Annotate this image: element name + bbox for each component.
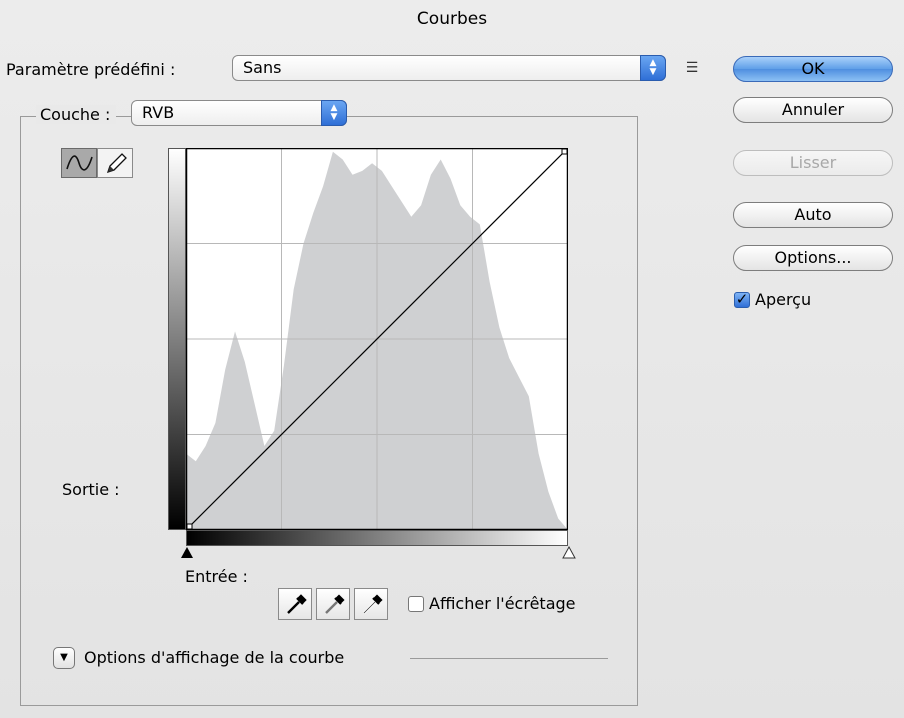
preview-label: Aperçu: [755, 290, 812, 309]
input-gradient: [186, 530, 568, 546]
window-title: Courbes: [416, 9, 488, 29]
white-eyedropper-icon: [363, 594, 383, 614]
cancel-button[interactable]: Annuler: [733, 97, 893, 123]
curve-options-label: Options d'affichage de la courbe: [84, 648, 345, 667]
preview-checkbox[interactable]: ✓: [734, 292, 750, 308]
pencil-tool-icon: [106, 153, 127, 174]
gray-eyedropper-icon: [325, 594, 345, 614]
curve-options-divider: [410, 658, 608, 659]
curve-options-disclosure-icon[interactable]: ▼: [53, 647, 75, 669]
input-label: Entrée :: [185, 567, 248, 586]
curve-tool-button[interactable]: [61, 148, 97, 178]
preset-menu-icon[interactable]: ☰: [681, 57, 703, 79]
show-clipping-checkbox[interactable]: [408, 596, 424, 612]
curve-point: [561, 148, 568, 155]
output-gradient: [168, 148, 186, 530]
black-point-slider-icon[interactable]: [180, 546, 194, 560]
preset-label: Paramètre prédéfini :: [6, 60, 176, 79]
options-button[interactable]: Options...: [733, 245, 893, 271]
curve-tool-icon: [66, 155, 93, 171]
preset-select[interactable]: Sans ▲ ▼: [232, 55, 666, 81]
auto-button[interactable]: Auto: [733, 202, 893, 228]
ok-button[interactable]: OK: [733, 56, 893, 82]
popup-arrows-icon: ▲ ▼: [640, 55, 666, 81]
curve-graph[interactable]: [186, 148, 568, 530]
white-eyedropper-button[interactable]: [354, 588, 388, 620]
white-point-slider-icon[interactable]: [562, 546, 576, 560]
black-eyedropper-icon: [287, 594, 307, 614]
popup-arrows-icon: ▲ ▼: [321, 100, 347, 126]
pencil-tool-button[interactable]: [97, 148, 133, 178]
channel-select[interactable]: RVB ▲ ▼: [131, 100, 347, 126]
black-eyedropper-button[interactable]: [278, 588, 312, 620]
channel-value: RVB: [142, 103, 175, 122]
gray-eyedropper-button[interactable]: [316, 588, 350, 620]
preset-value: Sans: [243, 58, 282, 77]
smooth-button[interactable]: Lisser: [733, 150, 893, 176]
channel-label: Couche :: [36, 105, 117, 124]
curve-point: [186, 523, 193, 530]
output-label: Sortie :: [62, 480, 120, 499]
curves-dialog: Courbes Paramètre prédéfini : Sans ▲ ▼ ☰ …: [0, 0, 904, 718]
show-clipping-label: Afficher l'écrêtage: [429, 594, 576, 613]
